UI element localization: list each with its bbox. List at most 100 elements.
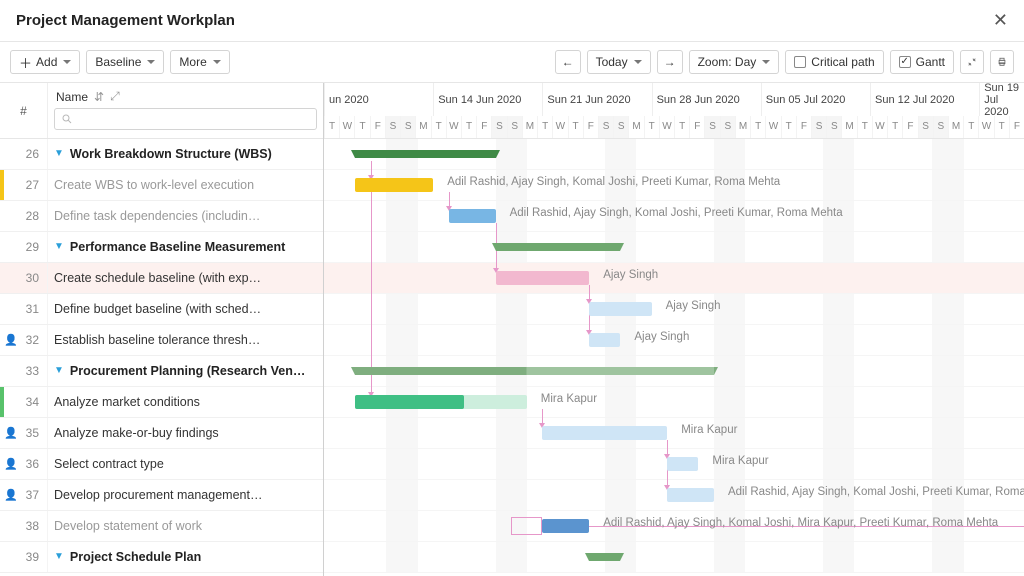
collapse-icon[interactable]: ⇵ [94, 90, 104, 104]
task-bar[interactable]: Adil Rashid, Ajay Singh, Komal Joshi, Pr… [667, 488, 714, 502]
column-header-name[interactable]: Name [56, 90, 88, 104]
task-row[interactable]: 27Create WBS to work-level execution [0, 170, 323, 201]
column-header-number[interactable]: # [0, 83, 48, 138]
assignee-label: Ajay Singh [634, 331, 689, 343]
gantt-row[interactable]: Ajay Singh [324, 325, 1024, 356]
task-bar[interactable]: Mira Kapur [355, 395, 464, 409]
next-button[interactable]: → [657, 50, 683, 74]
close-icon[interactable]: ✕ [993, 10, 1008, 31]
week-header: un 2020 [324, 83, 369, 116]
task-row[interactable]: 👤36Select contract type [0, 449, 323, 480]
assignee-label: Mira Kapur [681, 424, 737, 436]
day-header: S [385, 116, 400, 138]
baseline-button[interactable]: Baseline [86, 50, 164, 74]
task-row[interactable]: 👤32Establish baseline tolerance thresh… [0, 325, 323, 356]
dependency-line [371, 161, 372, 393]
task-row[interactable]: 31Define budget baseline (with sched… [0, 294, 323, 325]
day-header: T [461, 116, 476, 138]
prev-button[interactable]: ← [555, 50, 581, 74]
settings-icon[interactable] [960, 50, 984, 74]
task-name[interactable]: Develop statement of work [48, 519, 323, 533]
search-icon [61, 113, 73, 125]
task-row[interactable]: 👤35Analyze make-or-buy findings [0, 418, 323, 449]
task-name[interactable]: Create WBS to work-level execution [48, 178, 323, 192]
task-row[interactable]: 34Analyze market conditions [0, 387, 323, 418]
task-row[interactable]: 29▼Performance Baseline Measurement [0, 232, 323, 263]
chevron-down-icon[interactable]: ▼ [54, 365, 64, 376]
summary-bar[interactable] [496, 243, 621, 251]
day-header: S [704, 116, 719, 138]
day-header: T [324, 116, 339, 138]
summary-bar[interactable] [355, 150, 495, 158]
task-bar[interactable]: Adil Rashid, Ajay Singh, Komal Joshi, Pr… [449, 209, 496, 223]
task-bar[interactable]: Ajay Singh [589, 333, 620, 347]
more-button[interactable]: More [170, 50, 229, 74]
chevron-down-icon[interactable]: ▼ [54, 148, 64, 159]
task-bar[interactable]: Ajay Singh [589, 302, 651, 316]
task-row[interactable]: 30Create schedule baseline (with exp… [0, 263, 323, 294]
gantt-row[interactable]: Mira Kapur [324, 418, 1024, 449]
gantt-toggle[interactable]: Gantt [890, 50, 954, 74]
row-number: 38 [0, 511, 48, 541]
task-name[interactable]: Develop procurement management… [48, 488, 323, 502]
gantt-row[interactable]: Adil Rashid, Ajay Singh, Komal Joshi, Pr… [324, 170, 1024, 201]
task-row[interactable]: 28Define task dependencies (includin… [0, 201, 323, 232]
day-header: S [811, 116, 826, 138]
task-name[interactable]: Analyze make-or-buy findings [48, 426, 323, 440]
day-header: W [446, 116, 461, 138]
row-number: 33 [0, 356, 48, 386]
day-header: M [628, 116, 643, 138]
gantt-row[interactable] [324, 542, 1024, 573]
gantt-row[interactable]: Adil Rashid, Ajay Singh, Komal Joshi, Mi… [324, 511, 1024, 542]
task-row[interactable]: 39▼Project Schedule Plan [0, 542, 323, 573]
task-bar[interactable]: Mira Kapur [667, 457, 698, 471]
day-header: S [918, 116, 933, 138]
gantt-row[interactable]: Ajay Singh [324, 294, 1024, 325]
task-name[interactable]: ▼Performance Baseline Measurement [48, 240, 323, 254]
task-bar[interactable]: Adil Rashid, Ajay Singh, Komal Joshi, Pr… [355, 178, 433, 192]
assignee-label: Adil Rashid, Ajay Singh, Komal Joshi, Pr… [510, 207, 843, 219]
task-row[interactable]: 👤37Develop procurement management… [0, 480, 323, 511]
task-name[interactable]: ▼Procurement Planning (Research Ven… [48, 364, 323, 378]
task-bar[interactable]: Mira Kapur [542, 426, 667, 440]
task-name[interactable]: Establish baseline tolerance thresh… [48, 333, 323, 347]
task-bar[interactable]: Ajay Singh [496, 271, 590, 285]
gantt-row[interactable]: Adil Rashid, Ajay Singh, Komal Joshi, Pr… [324, 480, 1024, 511]
summary-bar[interactable] [589, 553, 620, 561]
task-name[interactable]: Define task dependencies (includin… [48, 209, 323, 223]
summary-bar[interactable] [355, 367, 714, 375]
task-name[interactable]: ▼Project Schedule Plan [48, 550, 323, 564]
chevron-down-icon[interactable]: ▼ [54, 551, 64, 562]
week-header: Sun 19 Jul 2020 [979, 83, 1024, 116]
expand-icon[interactable]: ⤢ [110, 89, 120, 104]
day-header: T [354, 116, 369, 138]
add-button[interactable]: ＋Add [10, 50, 80, 74]
day-header: T [963, 116, 978, 138]
task-name[interactable]: Select contract type [48, 457, 323, 471]
day-header: S [933, 116, 948, 138]
task-row[interactable]: 33▼Procurement Planning (Research Ven… [0, 356, 323, 387]
task-row[interactable]: 26▼Work Breakdown Structure (WBS) [0, 139, 323, 170]
task-name[interactable]: Define budget baseline (with sched… [48, 302, 323, 316]
gantt-row[interactable] [324, 356, 1024, 387]
row-number: 29 [0, 232, 48, 262]
print-icon[interactable] [990, 50, 1014, 74]
gantt-row[interactable]: Adil Rashid, Ajay Singh, Komal Joshi, Pr… [324, 201, 1024, 232]
task-name[interactable]: ▼Work Breakdown Structure (WBS) [48, 147, 323, 161]
task-bar[interactable]: Adil Rashid, Ajay Singh, Komal Joshi, Mi… [542, 519, 589, 533]
gantt-row[interactable]: Ajay Singh [324, 263, 1024, 294]
gantt-row[interactable] [324, 232, 1024, 263]
day-header: W [872, 116, 887, 138]
day-header: S [400, 116, 415, 138]
chevron-down-icon[interactable]: ▼ [54, 241, 64, 252]
today-button[interactable]: Today [587, 50, 651, 74]
gantt-row[interactable] [324, 139, 1024, 170]
gantt-row[interactable]: Mira Kapur [324, 387, 1024, 418]
critical-path-toggle[interactable]: Critical path [785, 50, 883, 74]
zoom-button[interactable]: Zoom: Day [689, 50, 780, 74]
gantt-row[interactable]: Mira Kapur [324, 449, 1024, 480]
task-name[interactable]: Create schedule baseline (with exp… [48, 271, 323, 285]
task-row[interactable]: 38Develop statement of work [0, 511, 323, 542]
task-name[interactable]: Analyze market conditions [48, 395, 323, 409]
search-input[interactable] [54, 108, 317, 130]
